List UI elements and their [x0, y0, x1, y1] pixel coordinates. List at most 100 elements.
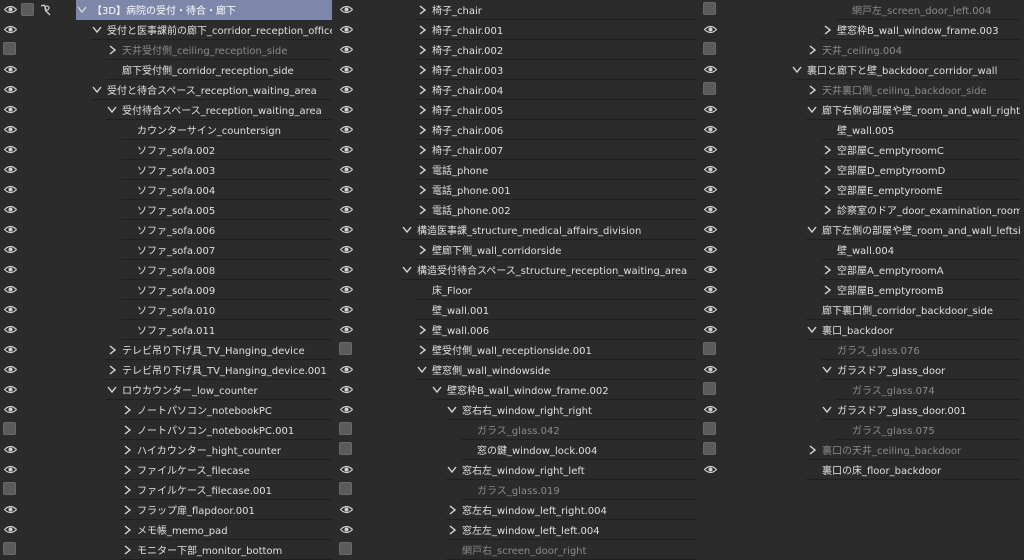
layer-row[interactable]: 窓左右_window_left_right.004: [336, 500, 700, 520]
visibility-checkbox[interactable]: [703, 342, 716, 355]
layer-name-cell[interactable]: ソファ_sofa.004: [121, 180, 332, 200]
layer-name-cell[interactable]: 裏口と廊下と壁_backdoor_corridor_wall: [791, 60, 1020, 80]
layer-row[interactable]: ガラス_glass.042: [336, 420, 700, 440]
chevron-right-icon[interactable]: [121, 504, 133, 516]
eye-icon[interactable]: [339, 83, 353, 95]
layer-row[interactable]: 椅子_chair.003: [336, 60, 700, 80]
layer-row[interactable]: 受付と医事課前の廊下_corridor_reception_office: [0, 20, 336, 40]
eye-icon[interactable]: [3, 83, 17, 95]
chevron-down-icon[interactable]: [91, 84, 103, 96]
layer-row[interactable]: 窓右右_window_right_right: [336, 400, 700, 420]
chevron-right-icon[interactable]: [446, 524, 458, 536]
layer-name-cell[interactable]: 壁窓側_wall_windowside: [416, 360, 696, 380]
chevron-right-icon[interactable]: [121, 464, 133, 476]
layer-row[interactable]: ハイカウンター_hight_counter: [0, 440, 336, 460]
chevron-right-icon[interactable]: [416, 164, 428, 176]
layer-row[interactable]: 窓右左_window_right_left: [336, 460, 700, 480]
chevron-down-icon[interactable]: [106, 104, 118, 116]
layer-row[interactable]: 構造医事課_structure_medical_affairs_division: [336, 220, 700, 240]
layer-name-cell[interactable]: 裏口_backdoor: [806, 320, 1020, 340]
lock-checkbox[interactable]: [20, 2, 34, 16]
layer-name-cell[interactable]: 構造医事課_structure_medical_affairs_division: [401, 220, 696, 240]
eye-icon[interactable]: [703, 463, 717, 475]
chevron-right-icon[interactable]: [416, 184, 428, 196]
chevron-right-icon[interactable]: [416, 24, 428, 36]
chevron-right-icon[interactable]: [416, 344, 428, 356]
eye-icon[interactable]: [339, 163, 353, 175]
layer-name-cell[interactable]: 電話_phone.001: [416, 180, 696, 200]
chevron-right-icon[interactable]: [416, 104, 428, 116]
visibility-checkbox[interactable]: [3, 42, 16, 55]
layer-row[interactable]: ソファ_sofa.007: [0, 240, 336, 260]
layer-row[interactable]: ガラス_glass.019: [336, 480, 700, 500]
layer-row[interactable]: ガラスドア_glass_door: [700, 360, 1024, 380]
eye-icon[interactable]: [3, 443, 17, 455]
eye-icon[interactable]: [3, 183, 17, 195]
chevron-down-icon[interactable]: [821, 404, 833, 416]
layer-row[interactable]: 空部屋B_emptyroomB: [700, 280, 1024, 300]
chevron-right-icon[interactable]: [821, 144, 833, 156]
chevron-down-icon[interactable]: [401, 224, 413, 236]
eye-icon[interactable]: [339, 203, 353, 215]
layer-row[interactable]: 網戸左_screen_door_left.004: [700, 0, 1024, 20]
eye-icon[interactable]: [703, 363, 717, 375]
visibility-checkbox[interactable]: [703, 442, 716, 455]
layer-name-cell[interactable]: テレビ吊り下げ具_TV_Hanging_device.001: [106, 360, 332, 380]
layer-row[interactable]: 壁廊下側_wall_corridorside: [336, 240, 700, 260]
layer-row[interactable]: ガラスドア_glass_door.001: [700, 400, 1024, 420]
eye-icon[interactable]: [3, 203, 17, 215]
eye-icon[interactable]: [3, 243, 17, 255]
chevron-down-icon[interactable]: [806, 104, 818, 116]
eye-icon[interactable]: [339, 303, 353, 315]
chevron-right-icon[interactable]: [121, 404, 133, 416]
layer-row[interactable]: 空部屋E_emptyroomE: [700, 180, 1024, 200]
chevron-right-icon[interactable]: [446, 504, 458, 516]
chevron-right-icon[interactable]: [416, 204, 428, 216]
layer-row[interactable]: ソファ_sofa.003: [0, 160, 336, 180]
chevron-right-icon[interactable]: [821, 24, 833, 36]
eye-icon[interactable]: [339, 223, 353, 235]
layer-name-cell[interactable]: 裏口の床_floor_backdoor: [806, 460, 1020, 480]
visibility-checkbox[interactable]: [3, 482, 16, 495]
eye-icon[interactable]: [339, 523, 353, 535]
layer-name-cell[interactable]: 壁_wall.004: [821, 240, 1020, 260]
layer-name-cell[interactable]: 天井_ceiling.004: [806, 40, 1020, 60]
layer-row[interactable]: ファイルケース_filecase.001: [0, 480, 336, 500]
eye-icon[interactable]: [703, 103, 717, 115]
layer-name-cell[interactable]: 構造受付待合スペース_structure_reception_waiting_a…: [401, 260, 696, 280]
eye-icon[interactable]: [3, 323, 17, 335]
layer-row[interactable]: ガラス_glass.076: [700, 340, 1024, 360]
eye-icon[interactable]: [339, 183, 353, 195]
eye-icon[interactable]: [703, 63, 717, 75]
visibility-checkbox[interactable]: [703, 422, 716, 435]
layer-row[interactable]: 壁_wall.005: [700, 120, 1024, 140]
layer-name-cell[interactable]: ガラスドア_glass_door: [821, 360, 1020, 380]
layer-name-cell[interactable]: 床_Floor: [416, 280, 696, 300]
chevron-right-icon[interactable]: [806, 44, 818, 56]
layer-row[interactable]: 廊下受付側_corridor_reception_side: [0, 60, 336, 80]
visibility-checkbox[interactable]: [703, 382, 716, 395]
chevron-right-icon[interactable]: [806, 84, 818, 96]
layer-name-cell[interactable]: 壁窓枠B_wall_window_frame.003: [821, 20, 1020, 40]
chevron-right-icon[interactable]: [821, 184, 833, 196]
layer-name-cell[interactable]: ファイルケース_filecase.001: [121, 480, 332, 500]
layer-name-cell[interactable]: 受付待合スペース_reception_waiting_area: [106, 100, 332, 120]
layer-name-cell[interactable]: 窓左左_window_left_left.004: [446, 520, 696, 540]
layer-row[interactable]: 天井_ceiling.004: [700, 40, 1024, 60]
layer-row[interactable]: 裏口と廊下と壁_backdoor_corridor_wall: [700, 60, 1024, 80]
layer-row[interactable]: 壁_wall.001: [336, 300, 700, 320]
layer-row[interactable]: 窓左左_window_left_left.004: [336, 520, 700, 540]
layer-name-cell[interactable]: 空部屋C_emptyroomC: [821, 140, 1020, 160]
layer-name-cell[interactable]: ソファ_sofa.005: [121, 200, 332, 220]
chevron-right-icon[interactable]: [121, 444, 133, 456]
layer-row[interactable]: ファイルケース_filecase: [0, 460, 336, 480]
layer-row[interactable]: 椅子_chair.006: [336, 120, 700, 140]
layer-row[interactable]: 廊下右側の部屋や壁_room_and_wall_rightside: [700, 100, 1024, 120]
layer-row[interactable]: ソファ_sofa.005: [0, 200, 336, 220]
layer-row[interactable]: 裏口_backdoor: [700, 320, 1024, 340]
layer-name-cell[interactable]: モニター下部_monitor_bottom: [121, 540, 332, 560]
eye-icon[interactable]: [3, 503, 17, 515]
eye-icon[interactable]: [339, 123, 353, 135]
eye-icon[interactable]: [703, 183, 717, 195]
eye-icon[interactable]: [703, 223, 717, 235]
